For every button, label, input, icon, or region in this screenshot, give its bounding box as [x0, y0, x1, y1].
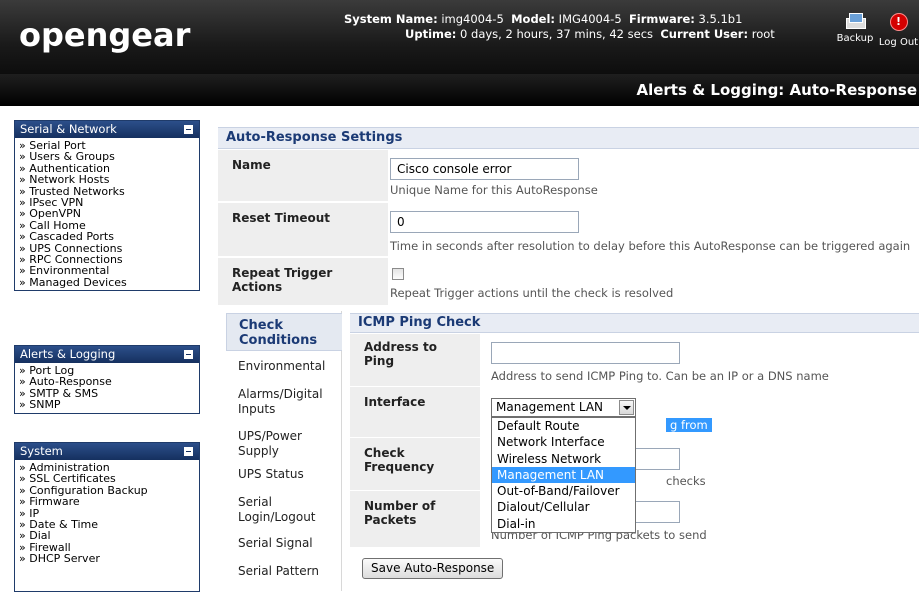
name-input[interactable] — [390, 158, 579, 180]
address-hint: Address to send ICMP Ping to. Can be an … — [491, 369, 829, 383]
address-input[interactable] — [491, 342, 680, 364]
nav-list-alerts-logging: Port Log Auto-Response SMTP & SMS SNMP — [15, 363, 199, 413]
tab-serial-login-logout[interactable]: Serial Login/Logout — [226, 495, 342, 525]
address-label: Address to Ping — [364, 340, 437, 368]
repeat-trigger-row: Repeat Trigger Actions Repeat Trigger ac… — [218, 258, 919, 306]
interface-option-dialout-cellular[interactable]: Dialout/Cellular — [492, 499, 635, 515]
backup-button[interactable]: Backup — [835, 13, 875, 44]
reset-timeout-label: Reset Timeout — [232, 211, 331, 225]
interface-select-value: Management LAN — [496, 400, 604, 414]
address-row: Address to Ping Address to send ICMP Pin… — [350, 334, 919, 386]
nav-box-alerts-logging: Alerts & Logging Port Log Auto-Response … — [14, 345, 200, 414]
reset-timeout-field-cell: Time in seconds after resolution to dela… — [388, 203, 919, 257]
repeat-trigger-label: Repeat Trigger Actions — [232, 266, 333, 294]
system-info-line-2: Uptime: 0 days, 2 hours, 37 mins, 42 sec… — [405, 27, 775, 41]
nav-list-system: Administration SSL Certificates Configur… — [15, 460, 199, 567]
firmware-value: 3.5.1b1 — [698, 12, 743, 26]
nav-item-network-hosts[interactable]: Network Hosts — [19, 174, 199, 186]
packets-label: Number of Packets — [364, 499, 436, 527]
opengear-logo: opengear — [19, 16, 191, 54]
nav-list-serial-network: Serial Port Users & Groups Authenticatio… — [15, 138, 199, 290]
interface-option-out-of-band-failover[interactable]: Out-of-Band/Failover — [492, 483, 635, 499]
uptime-label: Uptime: — [405, 27, 457, 41]
repeat-trigger-checkbox[interactable] — [392, 268, 404, 280]
tab-serial-pattern[interactable]: Serial Pattern — [226, 564, 342, 579]
backup-icon — [846, 13, 866, 29]
interface-option-default-route[interactable]: Default Route — [492, 418, 635, 434]
interface-hint-fragment: g from — [666, 418, 712, 432]
reset-timeout-hint: Time in seconds after resolution to dela… — [390, 239, 911, 253]
logout-button[interactable]: ! Log Out — [878, 13, 919, 48]
system-info-line-1: System Name: img4004-5 Model: IMG4004-5 … — [344, 12, 742, 26]
interface-option-network-interface[interactable]: Network Interface — [492, 434, 635, 450]
icmp-ping-check-heading: ICMP Ping Check — [350, 313, 919, 333]
nav-heading-system[interactable]: System — [15, 443, 199, 460]
nav-item-dhcp-server[interactable]: DHCP Server — [19, 553, 199, 565]
reset-timeout-input[interactable] — [390, 211, 579, 233]
name-row: Name Unique Name for this AutoResponse — [218, 150, 919, 202]
system-name-label: System Name: — [344, 12, 438, 26]
firmware-label: Firmware: — [628, 12, 695, 26]
interface-select[interactable]: Management LAN — [491, 398, 636, 417]
tab-ups-power-supply[interactable]: UPS/Power Supply — [226, 429, 342, 459]
nav-box-system: System Administration SSL Certificates C… — [14, 442, 200, 592]
interface-label: Interface — [364, 395, 426, 409]
interface-option-dial-in[interactable]: Dial-in — [492, 516, 635, 532]
uptime-value: 0 days, 2 hours, 37 mins, 42 secs — [460, 27, 654, 41]
nav-item-firmware[interactable]: Firmware — [19, 496, 199, 508]
collapse-icon[interactable] — [184, 125, 193, 134]
page-title-bar: Alerts & Logging: Auto-Response — [0, 74, 919, 106]
collapse-icon[interactable] — [184, 447, 193, 456]
logout-label: Log Out — [878, 37, 919, 48]
auto-response-settings-heading: Auto-Response Settings — [218, 127, 919, 149]
page-title: Alerts & Logging: Auto-Response — [636, 81, 917, 99]
frequency-label: Check Frequency — [364, 446, 435, 474]
nav-item-cascaded-ports[interactable]: Cascaded Ports — [19, 231, 199, 243]
current-user-label: Current User: — [660, 27, 749, 41]
reset-timeout-row: Reset Timeout Time in seconds after reso… — [218, 203, 919, 257]
model-label: Model: — [511, 12, 556, 26]
backup-label: Backup — [836, 33, 874, 44]
interface-option-wireless-network[interactable]: Wireless Network — [492, 451, 635, 467]
tab-environmental[interactable]: Environmental — [226, 359, 342, 374]
power-icon: ! — [889, 13, 908, 31]
nav-box-serial-network: Serial & Network Serial Port Users & Gro… — [14, 120, 200, 292]
nav-heading-serial-network[interactable]: Serial & Network — [15, 121, 199, 138]
repeat-trigger-field-cell: Repeat Trigger actions until the check i… — [388, 258, 919, 306]
collapse-icon[interactable] — [184, 350, 193, 359]
nav-item-snmp[interactable]: SNMP — [19, 399, 199, 411]
save-auto-response-button[interactable]: Save Auto-Response — [362, 558, 504, 579]
chevron-down-icon[interactable] — [619, 400, 634, 415]
current-user-value: root — [751, 27, 775, 41]
repeat-trigger-hint: Repeat Trigger actions until the check i… — [390, 286, 674, 300]
tab-ups-status[interactable]: UPS Status — [226, 467, 342, 482]
model-value: IMG4004-5 — [558, 12, 622, 26]
nav-item-managed-devices[interactable]: Managed Devices — [19, 276, 199, 288]
name-hint: Unique Name for this AutoResponse — [390, 183, 598, 197]
check-type-tabs: Check Conditions Environmental Alarms/Di… — [226, 311, 342, 591]
tab-serial-signal[interactable]: Serial Signal — [226, 536, 342, 551]
interface-dropdown-list: Default Route Network Interface Wireless… — [491, 417, 636, 534]
interface-option-management-lan[interactable]: Management LAN — [492, 466, 635, 484]
system-name-value: img4004-5 — [441, 12, 504, 26]
address-field-cell: Address to send ICMP Ping to. Can be an … — [480, 334, 919, 386]
header-bar: opengear System Name: img4004-5 Model: I… — [0, 0, 919, 74]
name-label: Name — [232, 158, 271, 172]
frequency-hint-fragment: checks — [666, 474, 706, 488]
name-field-cell: Unique Name for this AutoResponse — [388, 150, 919, 202]
tab-check-conditions[interactable]: Check Conditions — [226, 313, 342, 351]
tab-alarms-digital-inputs[interactable]: Alarms/Digital Inputs — [226, 387, 342, 417]
nav-heading-alerts-logging[interactable]: Alerts & Logging — [15, 346, 199, 363]
